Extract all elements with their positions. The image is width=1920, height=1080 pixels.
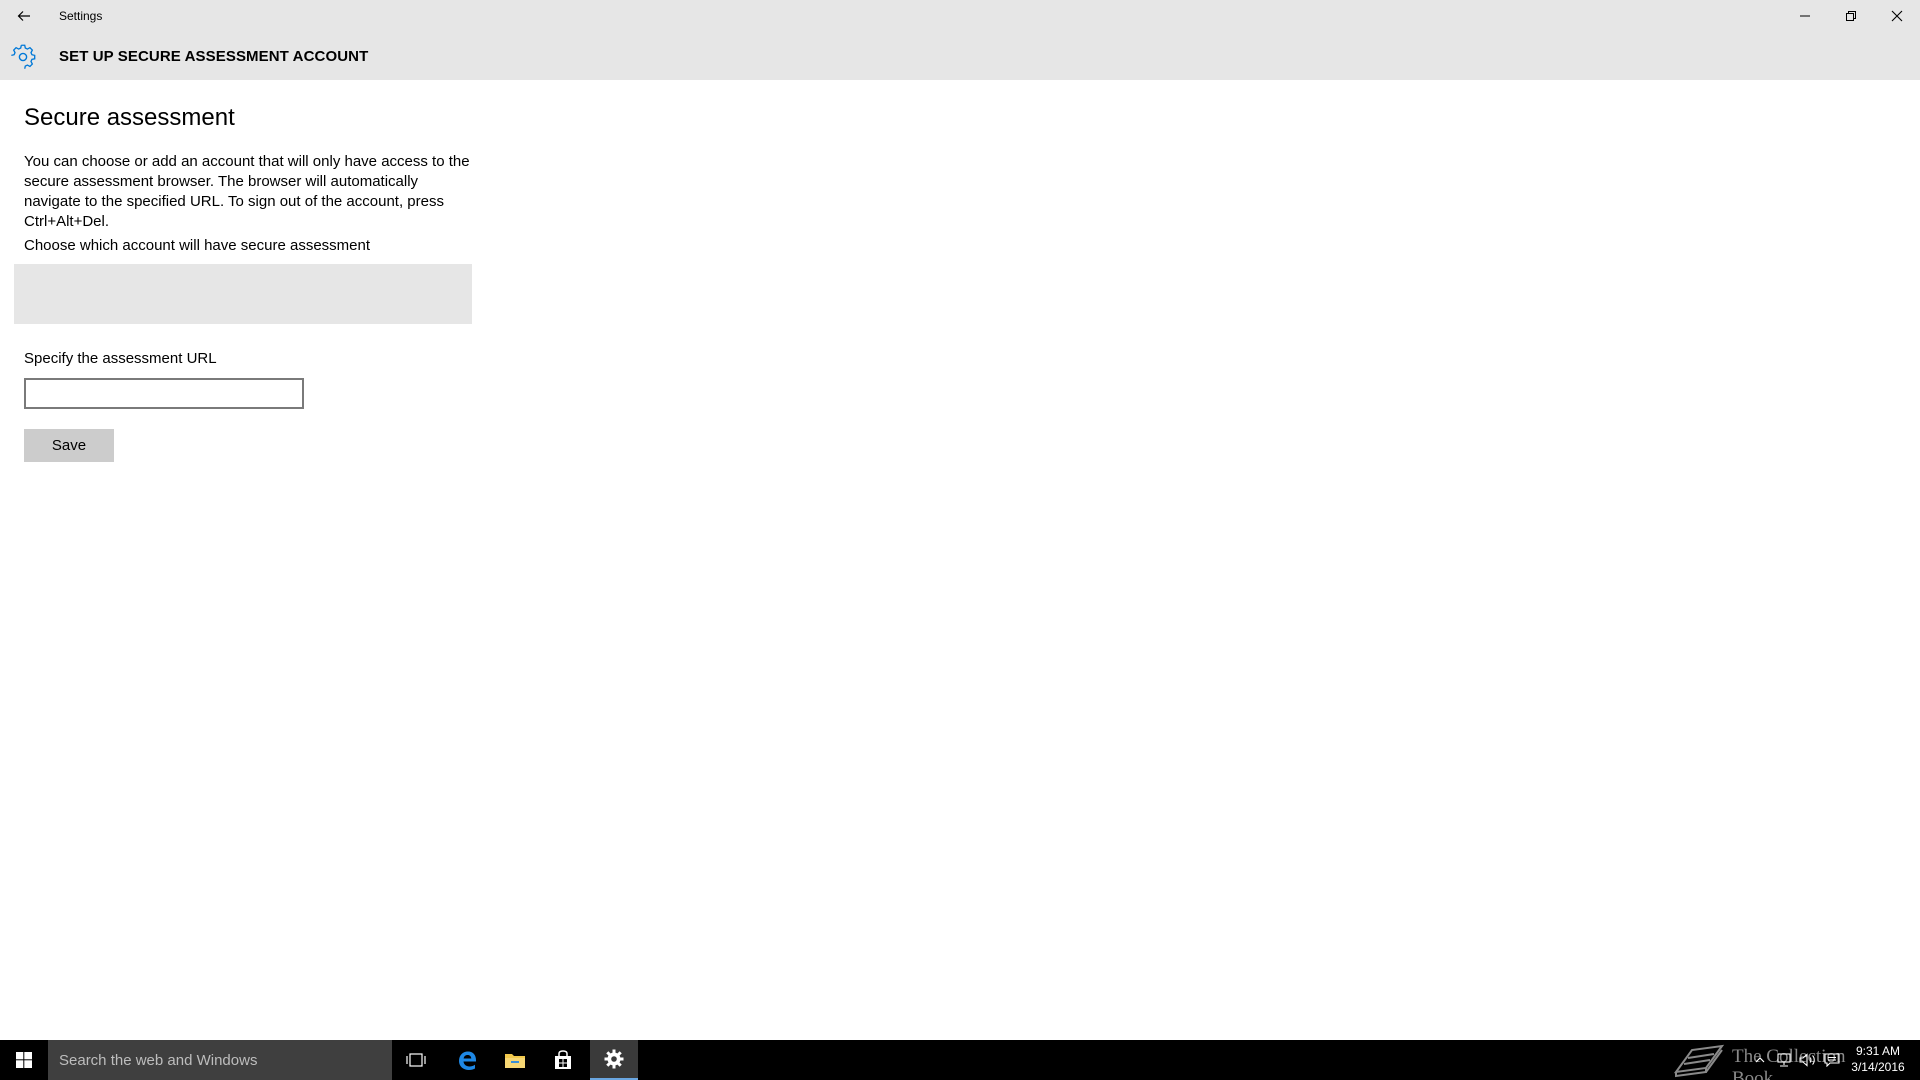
store-button[interactable]	[539, 1040, 587, 1080]
action-center-icon	[1824, 1053, 1840, 1067]
network-button[interactable]	[1772, 1040, 1796, 1080]
volume-icon	[1799, 1053, 1815, 1067]
save-button[interactable]: Save	[24, 429, 114, 462]
minimize-icon	[1800, 15, 1810, 17]
edge-icon	[459, 1051, 476, 1070]
task-view-icon	[406, 1053, 426, 1067]
book-icon	[1673, 1044, 1725, 1078]
show-hidden-icons-button[interactable]	[1750, 1040, 1770, 1080]
close-icon	[1891, 10, 1903, 22]
back-arrow-icon	[17, 11, 30, 21]
action-center-button[interactable]	[1820, 1040, 1844, 1080]
store-icon	[555, 1050, 571, 1069]
clock-date: 3/14/2016	[1851, 1060, 1905, 1074]
title-bar: Settings	[0, 0, 1920, 32]
maximize-icon	[1846, 11, 1856, 21]
chevron-up-icon	[1755, 1057, 1765, 1063]
minimize-button[interactable]	[1782, 0, 1828, 32]
url-label: Specify the assessment URL	[24, 350, 217, 367]
close-button[interactable]	[1874, 0, 1920, 32]
edge-button[interactable]	[443, 1040, 491, 1080]
account-picker[interactable]	[14, 264, 472, 324]
choose-account-label: Choose which account will have secure as…	[24, 237, 371, 254]
gear-icon	[11, 44, 36, 69]
description-text: You can choose or add an account that wi…	[24, 153, 470, 230]
page-header: SET UP SECURE ASSESSMENT ACCOUNT	[0, 32, 1920, 80]
file-explorer-button[interactable]	[491, 1040, 539, 1080]
window-title: Settings	[59, 9, 103, 23]
back-button[interactable]	[0, 0, 48, 32]
search-box[interactable]: Search the web and Windows	[48, 1040, 392, 1080]
settings-taskbar-button[interactable]	[590, 1040, 638, 1080]
restore-button[interactable]	[1828, 0, 1874, 32]
file-explorer-icon	[505, 1054, 525, 1068]
start-button[interactable]	[0, 1040, 48, 1080]
network-icon	[1777, 1053, 1791, 1067]
windows-logo-icon	[16, 1052, 32, 1068]
section-title: Secure assessment	[24, 104, 235, 131]
search-placeholder: Search the web and Windows	[59, 1052, 258, 1069]
taskbar: Search the web and Windows The Collectio…	[0, 1040, 1920, 1080]
task-view-button[interactable]	[392, 1040, 440, 1080]
clock-time: 9:31 AM	[1855, 1044, 1901, 1058]
settings-gear-icon	[604, 1049, 624, 1069]
page-title: SET UP SECURE ASSESSMENT ACCOUNT	[59, 48, 369, 65]
volume-button[interactable]	[1796, 1040, 1820, 1080]
assessment-url-input[interactable]	[24, 378, 304, 409]
clock[interactable]: 9:31 AM 3/14/2016	[1848, 1043, 1908, 1075]
